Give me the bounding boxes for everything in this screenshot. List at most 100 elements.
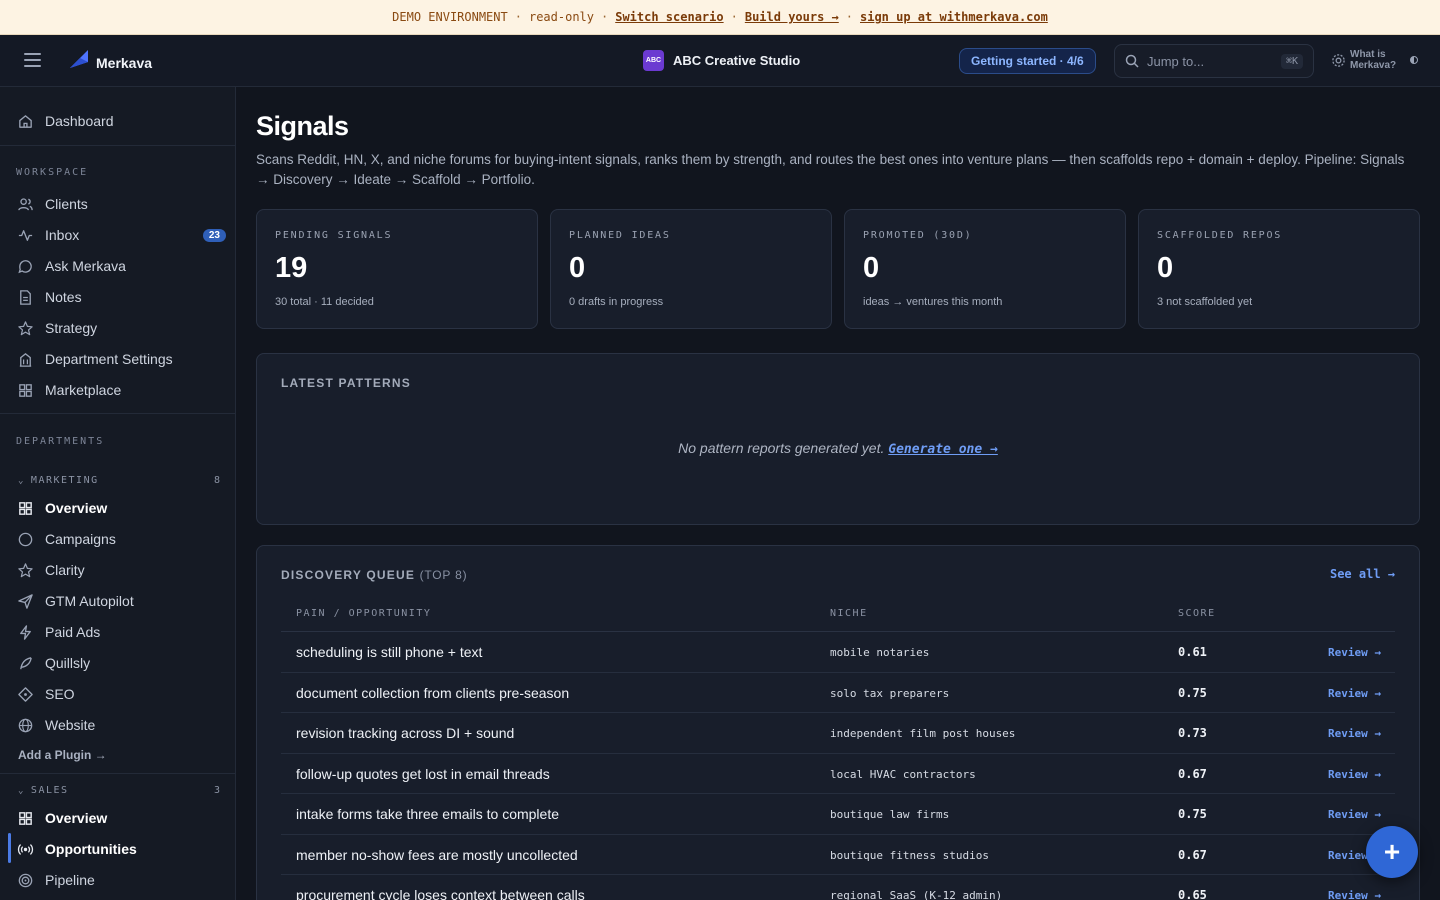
- sidebar-item-pipeline[interactable]: Pipeline: [8, 866, 230, 894]
- sidebar-item-label: Clients: [45, 196, 88, 212]
- sidebar-item-clients[interactable]: Clients: [8, 190, 230, 218]
- sidebar-item-inbox[interactable]: Inbox 23: [8, 221, 230, 249]
- sidebar-item-label: Quillsly: [45, 655, 91, 671]
- stat-label: PENDING SIGNALS: [275, 230, 393, 241]
- review-link[interactable]: Review →: [1328, 687, 1381, 700]
- sidebar-item-strategy[interactable]: Strategy: [8, 314, 230, 342]
- chevron-down-icon: ⌄: [18, 475, 25, 486]
- review-link[interactable]: Review →: [1328, 808, 1381, 821]
- stat-value: 0: [569, 252, 586, 284]
- marketing-department-toggle[interactable]: ⌄ MARKETING 8: [18, 475, 220, 486]
- see-all-link[interactable]: See all →: [1330, 567, 1395, 581]
- sidebar-item-marketing-overview[interactable]: Overview: [8, 494, 230, 522]
- app-name: Merkava: [96, 55, 153, 71]
- sidebar-item-clarity[interactable]: Clarity: [8, 556, 230, 584]
- org-switcher[interactable]: ABC ABC Creative Studio: [643, 50, 800, 71]
- stat-card-promoted: PROMOTED (30D) 0 ideas → ventures this m…: [844, 209, 1126, 329]
- departments-section-label: DEPARTMENTS: [16, 436, 105, 447]
- score-cell: 0.73: [1178, 726, 1207, 740]
- sidebar-item-paid-ads[interactable]: Paid Ads: [8, 618, 230, 646]
- separator: ·: [514, 10, 522, 24]
- jump-to-search[interactable]: Jump to... ⌘K: [1114, 44, 1314, 78]
- sidebar-item-seo[interactable]: SEO: [8, 680, 230, 708]
- review-link[interactable]: Review →: [1328, 727, 1381, 740]
- stat-subtext: 3 not scaffolded yet: [1157, 296, 1253, 308]
- bolt-icon: [20, 624, 31, 640]
- stat-subtext: ideas → ventures this month: [863, 296, 1003, 308]
- niche-cell: independent film post houses: [830, 727, 1016, 740]
- chevron-down-icon: ⌄: [18, 785, 25, 796]
- circle-icon: [18, 532, 33, 546]
- search-icon: [1125, 54, 1139, 68]
- department-label: SALES: [30, 785, 69, 796]
- sidebar-item-ask-merkava[interactable]: Ask Merkava: [8, 252, 230, 280]
- star-icon: [18, 320, 33, 335]
- sidebar-item-label: Paid Ads: [45, 624, 101, 640]
- sidebar-item-gtm-autopilot[interactable]: GTM Autopilot: [8, 587, 230, 615]
- switch-scenario-link[interactable]: Switch scenario: [615, 10, 723, 24]
- grid-icon: [19, 811, 32, 825]
- page-description: Scans Reddit, HN, X, and niche forums fo…: [256, 152, 1405, 187]
- broadcast-icon: [17, 843, 34, 855]
- sidebar-item-label: Department Settings: [45, 351, 173, 367]
- what-is-merkava-button[interactable]: What is Merkava?: [1331, 49, 1418, 71]
- stat-subtext: 30 total · 11 decided: [275, 296, 374, 308]
- top-bar: Merkava ABC ABC Creative Studio Getting …: [0, 35, 1440, 87]
- sidebar-item-notes[interactable]: Notes: [8, 283, 230, 311]
- table-row[interactable]: revision tracking across DI + sound inde…: [281, 713, 1395, 754]
- signup-link[interactable]: sign up at withmerkava.com: [860, 10, 1048, 24]
- divider: [0, 413, 235, 414]
- stat-card-planned-ideas: PLANNED IDEAS 0 0 drafts in progress: [550, 209, 832, 329]
- sidebar-item-label: SEO: [45, 686, 75, 702]
- sidebar-item-campaigns[interactable]: Campaigns: [8, 525, 230, 553]
- table-row[interactable]: document collection from clients pre-sea…: [281, 673, 1395, 713]
- pain-cell: member no-show fees are mostly uncollect…: [296, 846, 578, 863]
- discovery-table: PAIN / OPPORTUNITY NICHE SCORE schedulin…: [281, 596, 1395, 900]
- what-is-label: What is Merkava?: [1350, 49, 1397, 71]
- sidebar-item-website[interactable]: Website: [8, 711, 230, 739]
- add-fab-button[interactable]: +: [1366, 826, 1418, 878]
- add-plugin-link[interactable]: Add a Plugin →: [18, 748, 107, 762]
- table-row[interactable]: member no-show fees are mostly uncollect…: [281, 835, 1395, 875]
- score-cell: 0.67: [1178, 847, 1207, 862]
- theme-toggle-icon[interactable]: [1410, 56, 1418, 64]
- menu-icon[interactable]: [24, 53, 41, 67]
- review-link[interactable]: Review →: [1328, 889, 1381, 900]
- table-row[interactable]: follow-up quotes get lost in email threa…: [281, 754, 1395, 794]
- divider: [0, 773, 235, 774]
- sidebar-item-label: Notes: [45, 289, 82, 305]
- review-link[interactable]: Review →: [1328, 646, 1381, 659]
- latest-patterns-panel: LATEST PATTERNS No pattern reports gener…: [256, 353, 1420, 525]
- stat-label: PROMOTED (30D): [863, 230, 973, 241]
- getting-started-button[interactable]: Getting started · 4/6: [959, 48, 1096, 74]
- sidebar-item-label: Strategy: [45, 320, 98, 336]
- document-icon: [20, 289, 31, 305]
- sidebar-item-quillsly[interactable]: Quillsly: [8, 649, 230, 677]
- workspace-section-label: WORKSPACE: [16, 167, 89, 178]
- discovery-queue-panel: DISCOVERY QUEUE (TOP 8) See all → PAIN /…: [256, 545, 1420, 900]
- generate-pattern-link[interactable]: Generate one →: [888, 442, 998, 457]
- review-link[interactable]: Review →: [1328, 768, 1381, 781]
- pain-cell: intake forms take three emails to comple…: [296, 806, 560, 822]
- search-shortcut: ⌘K: [1280, 53, 1303, 69]
- table-row[interactable]: intake forms take three emails to comple…: [281, 794, 1395, 835]
- table-row[interactable]: procurement cycle loses context between …: [281, 875, 1395, 900]
- sidebar-item-dashboard[interactable]: Dashboard: [8, 107, 230, 135]
- table-row[interactable]: scheduling is still phone + text mobile …: [281, 632, 1395, 673]
- sidebar-item-label: Website: [45, 717, 96, 733]
- sales-department-toggle[interactable]: ⌄ SALES 3: [18, 785, 220, 796]
- pain-cell: document collection from clients pre-sea…: [296, 684, 570, 701]
- divider: [0, 145, 235, 146]
- build-yours-link[interactable]: Build yours →: [745, 10, 839, 24]
- sidebar-item-sales-overview[interactable]: Overview: [8, 804, 230, 832]
- sidebar-item-marketplace[interactable]: Marketplace: [8, 376, 230, 404]
- org-name: ABC Creative Studio: [673, 53, 801, 68]
- sidebar-item-opportunities[interactable]: Opportunities: [8, 835, 230, 863]
- quill-icon: [20, 656, 32, 669]
- sidebar-item-label: GTM Autopilot: [45, 593, 134, 609]
- empty-state-text: No pattern reports generated yet.: [678, 440, 885, 456]
- app-logo[interactable]: Merkava: [68, 47, 152, 71]
- inbox-count-badge: 23: [202, 228, 226, 242]
- stat-value: 19: [275, 252, 308, 284]
- sidebar-item-department-settings[interactable]: Department Settings: [8, 345, 230, 373]
